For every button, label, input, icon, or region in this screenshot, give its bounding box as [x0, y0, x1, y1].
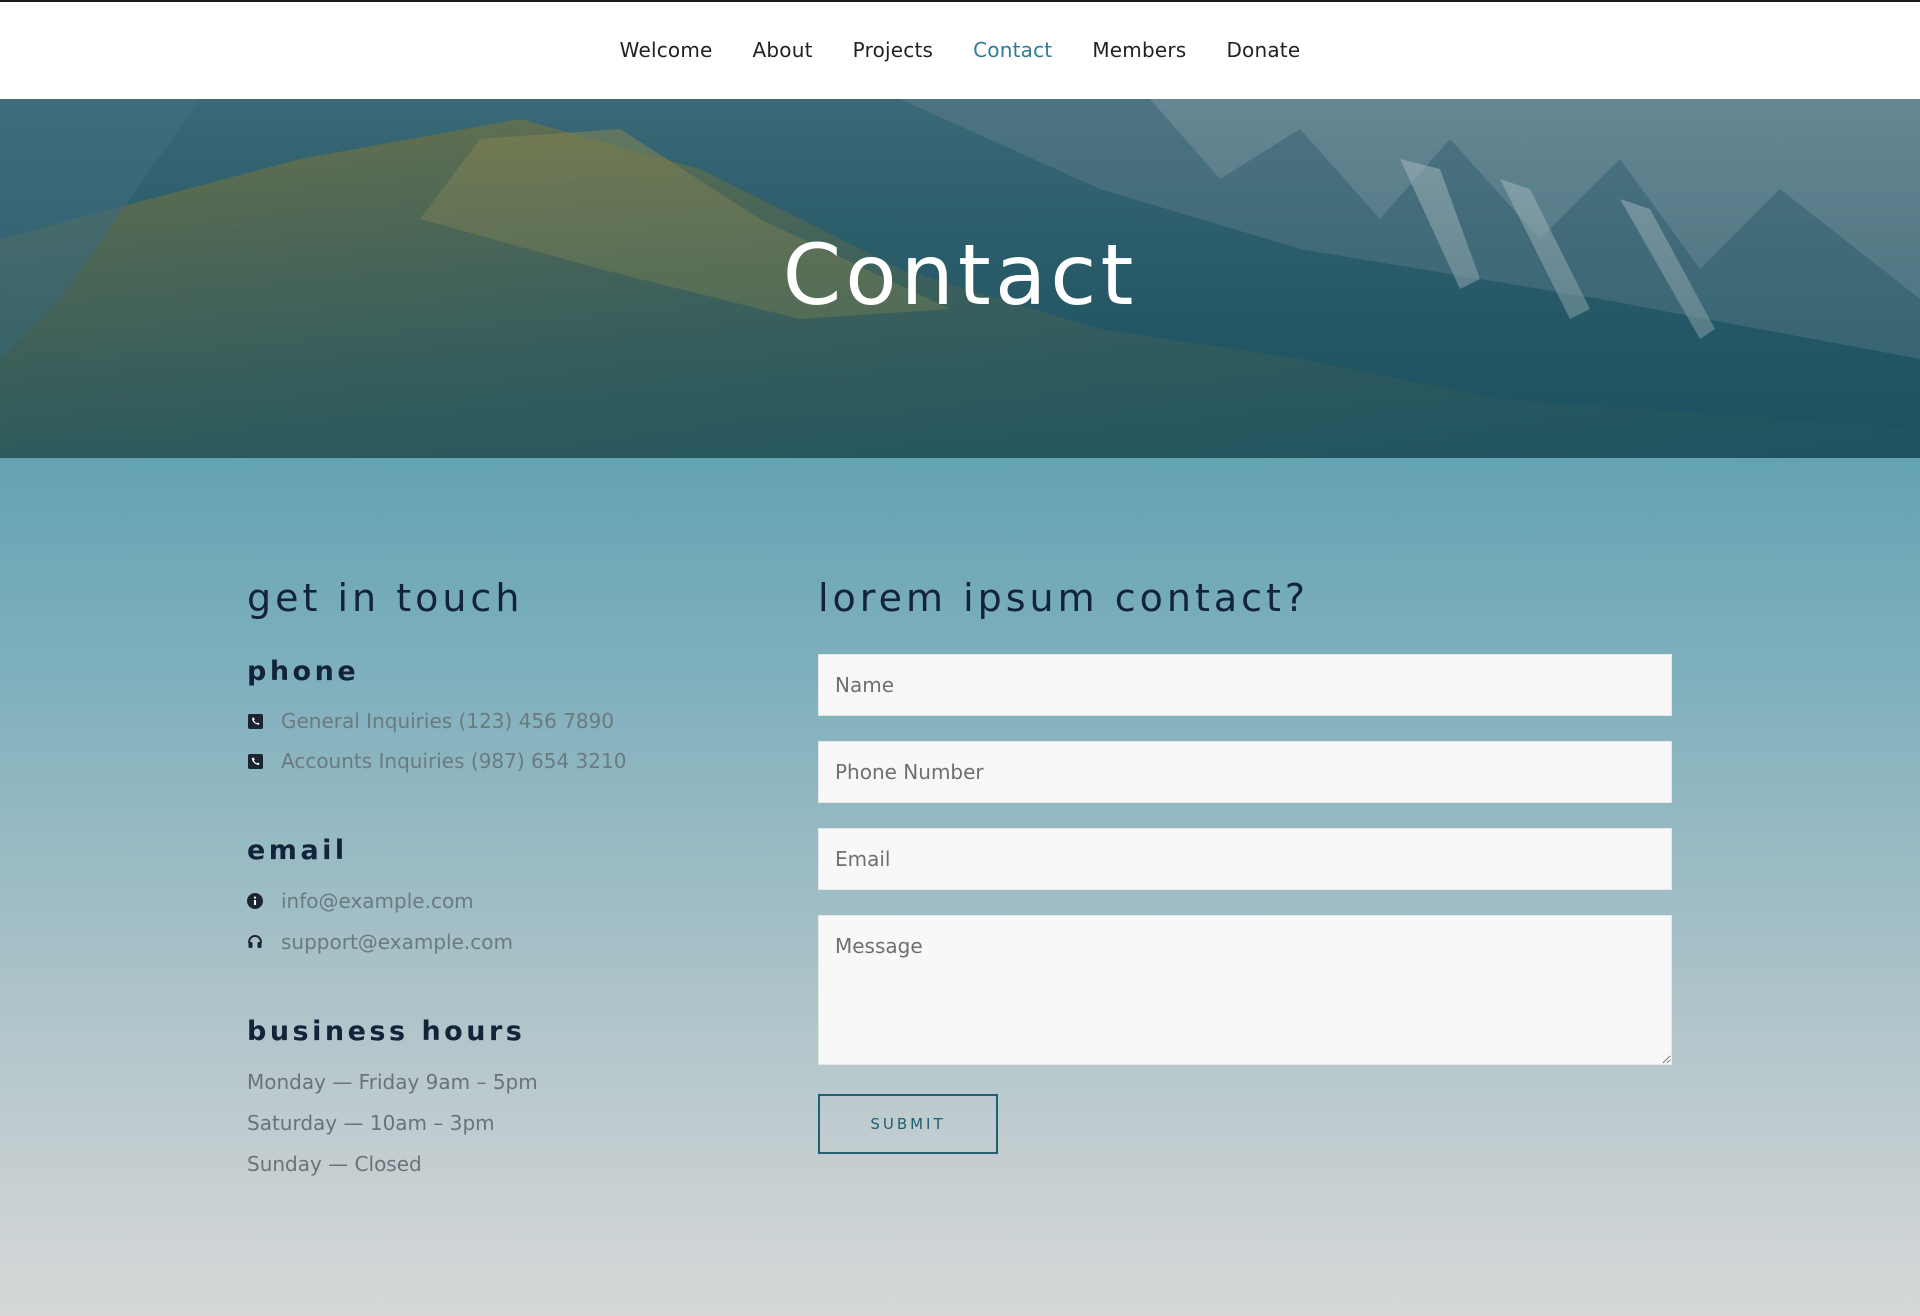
contact-form-column: lorem ipsum contact? SUBMIT [818, 576, 1672, 1154]
phone-square-icon [247, 753, 263, 769]
phone-general-row: General Inquiries (123) 456 7890 [247, 709, 614, 733]
headset-icon [247, 934, 263, 950]
nav-link-donate[interactable]: Donate [1226, 38, 1300, 63]
contact-info-column: get in touch phone General Inquiries (12… [247, 576, 747, 1176]
nav-link-about[interactable]: About [753, 38, 813, 63]
submit-button[interactable]: SUBMIT [818, 1094, 998, 1154]
email-info-text[interactable]: info@example.com [281, 889, 474, 913]
phone-square-icon [247, 713, 263, 729]
page-title: Contact [782, 225, 1138, 324]
contact-form-heading: lorem ipsum contact? [818, 576, 1310, 620]
info-circle-icon [247, 893, 263, 909]
email-info-row: info@example.com [247, 889, 474, 913]
phone-heading: phone [247, 656, 360, 687]
main-nav: Welcome About Projects Contact Members D… [0, 2, 1920, 99]
phone-accounts-row: Accounts Inquiries (987) 654 3210 [247, 749, 626, 773]
message-textarea[interactable] [818, 915, 1672, 1065]
email-input[interactable] [818, 828, 1672, 890]
name-input[interactable] [818, 654, 1672, 716]
email-support-text[interactable]: support@example.com [281, 930, 513, 954]
contact-section: get in touch phone General Inquiries (12… [0, 458, 1920, 1316]
business-hours-heading: business hours [247, 1016, 526, 1047]
phone-accounts-text[interactable]: Accounts Inquiries (987) 654 3210 [281, 749, 626, 773]
email-support-row: support@example.com [247, 930, 513, 954]
email-heading: email [247, 835, 348, 866]
hours-saturday: Saturday — 10am – 3pm [247, 1111, 495, 1135]
get-in-touch-heading: get in touch [247, 576, 524, 620]
nav-link-contact[interactable]: Contact [973, 38, 1052, 63]
nav-link-members[interactable]: Members [1092, 38, 1186, 63]
phone-general-text[interactable]: General Inquiries (123) 456 7890 [281, 709, 614, 733]
nav-link-projects[interactable]: Projects [853, 38, 933, 63]
phone-number-input[interactable] [818, 741, 1672, 803]
hours-sunday: Sunday — Closed [247, 1152, 422, 1176]
nav-link-welcome[interactable]: Welcome [620, 38, 713, 63]
hero-banner: Contact [0, 99, 1920, 458]
hours-weekday: Monday — Friday 9am – 5pm [247, 1070, 538, 1094]
